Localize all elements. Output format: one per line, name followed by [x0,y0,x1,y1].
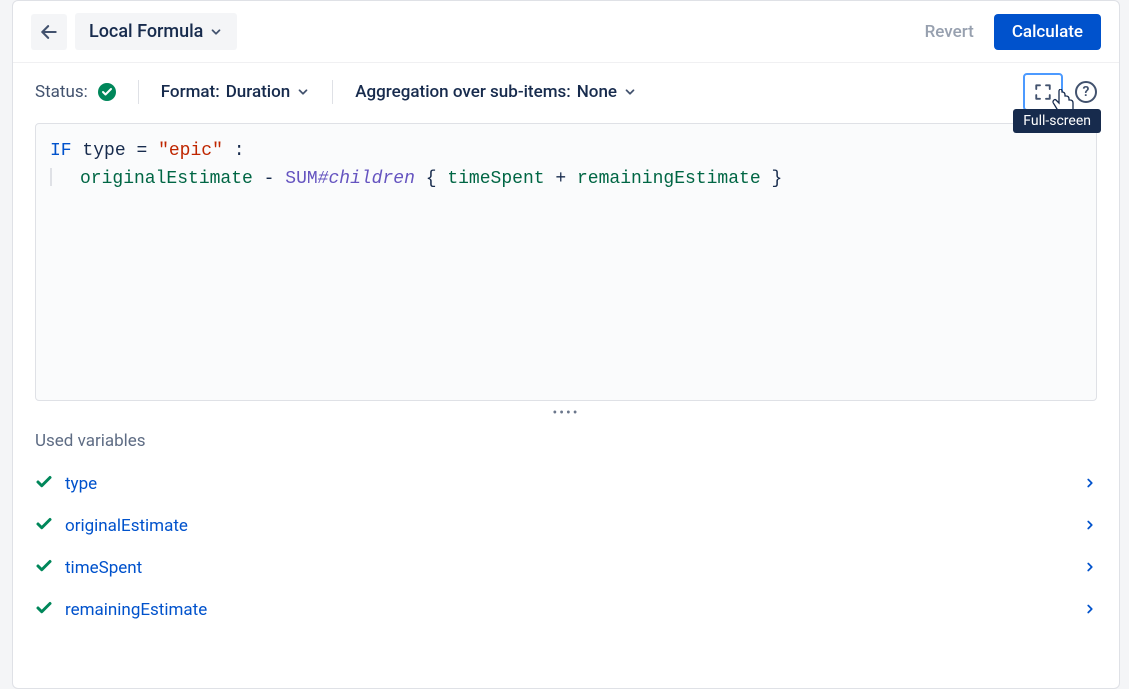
column-title-dropdown[interactable]: Local Formula [75,13,237,50]
format-value: Duration [226,82,291,102]
check-icon [35,473,53,495]
variable-row-timespent[interactable]: timeSpent [35,547,1097,589]
divider [138,80,139,104]
status-bar: Status: Format: Duration Aggregation ove… [13,63,1119,111]
chevron-right-icon [1083,475,1097,494]
chevron-right-icon [1083,559,1097,578]
variable-name: type [65,474,97,494]
aggregation-label: Aggregation over sub-items: [355,82,571,102]
variable-row-remainingestimate[interactable]: remainingEstimate [35,589,1097,631]
variable-name: remainingEstimate [65,600,207,620]
check-icon [35,557,53,579]
code-line: originalEstimate - SUM#children { timeSp… [50,166,1082,194]
formula-code-editor[interactable]: IF type = "epic" : originalEstimate - SU… [35,123,1097,401]
fullscreen-icon [1033,83,1053,101]
chevron-right-icon [1083,517,1097,536]
used-variables-section: Used variables type originalEstimate tim… [13,431,1119,631]
chevron-down-icon [209,25,223,39]
chevron-down-icon [623,85,637,99]
divider [332,80,333,104]
back-button[interactable] [31,14,67,50]
check-icon [35,515,53,537]
formula-editor-panel: Local Formula Revert Calculate Status: F… [12,0,1120,689]
aggregation-dropdown[interactable]: Aggregation over sub-items: None [355,82,637,102]
fullscreen-tooltip: Full-screen [1013,109,1101,133]
header-bar: Local Formula Revert Calculate [13,1,1119,63]
status-ok-icon [98,83,116,101]
revert-button[interactable]: Revert [913,14,986,50]
fullscreen-button[interactable]: Full-screen [1023,73,1063,111]
aggregation-value: None [577,82,617,102]
column-title: Local Formula [89,21,203,42]
chevron-right-icon [1083,601,1097,620]
resize-handle[interactable]: •••• [13,401,1119,431]
chevron-down-icon [296,85,310,99]
code-line: IF type = "epic" : [50,138,1082,166]
format-label: Format: [161,82,220,102]
check-icon [35,599,53,621]
calculate-button[interactable]: Calculate [994,14,1101,50]
help-button[interactable]: ? [1075,81,1097,103]
used-variables-title: Used variables [35,431,1097,451]
format-dropdown[interactable]: Format: Duration [161,82,311,102]
variable-name: timeSpent [65,558,142,578]
variable-name: originalEstimate [65,516,188,536]
arrow-left-icon [39,22,59,42]
variable-row-originalestimate[interactable]: originalEstimate [35,505,1097,547]
variable-row-type[interactable]: type [35,463,1097,505]
status-label: Status: [35,82,88,102]
